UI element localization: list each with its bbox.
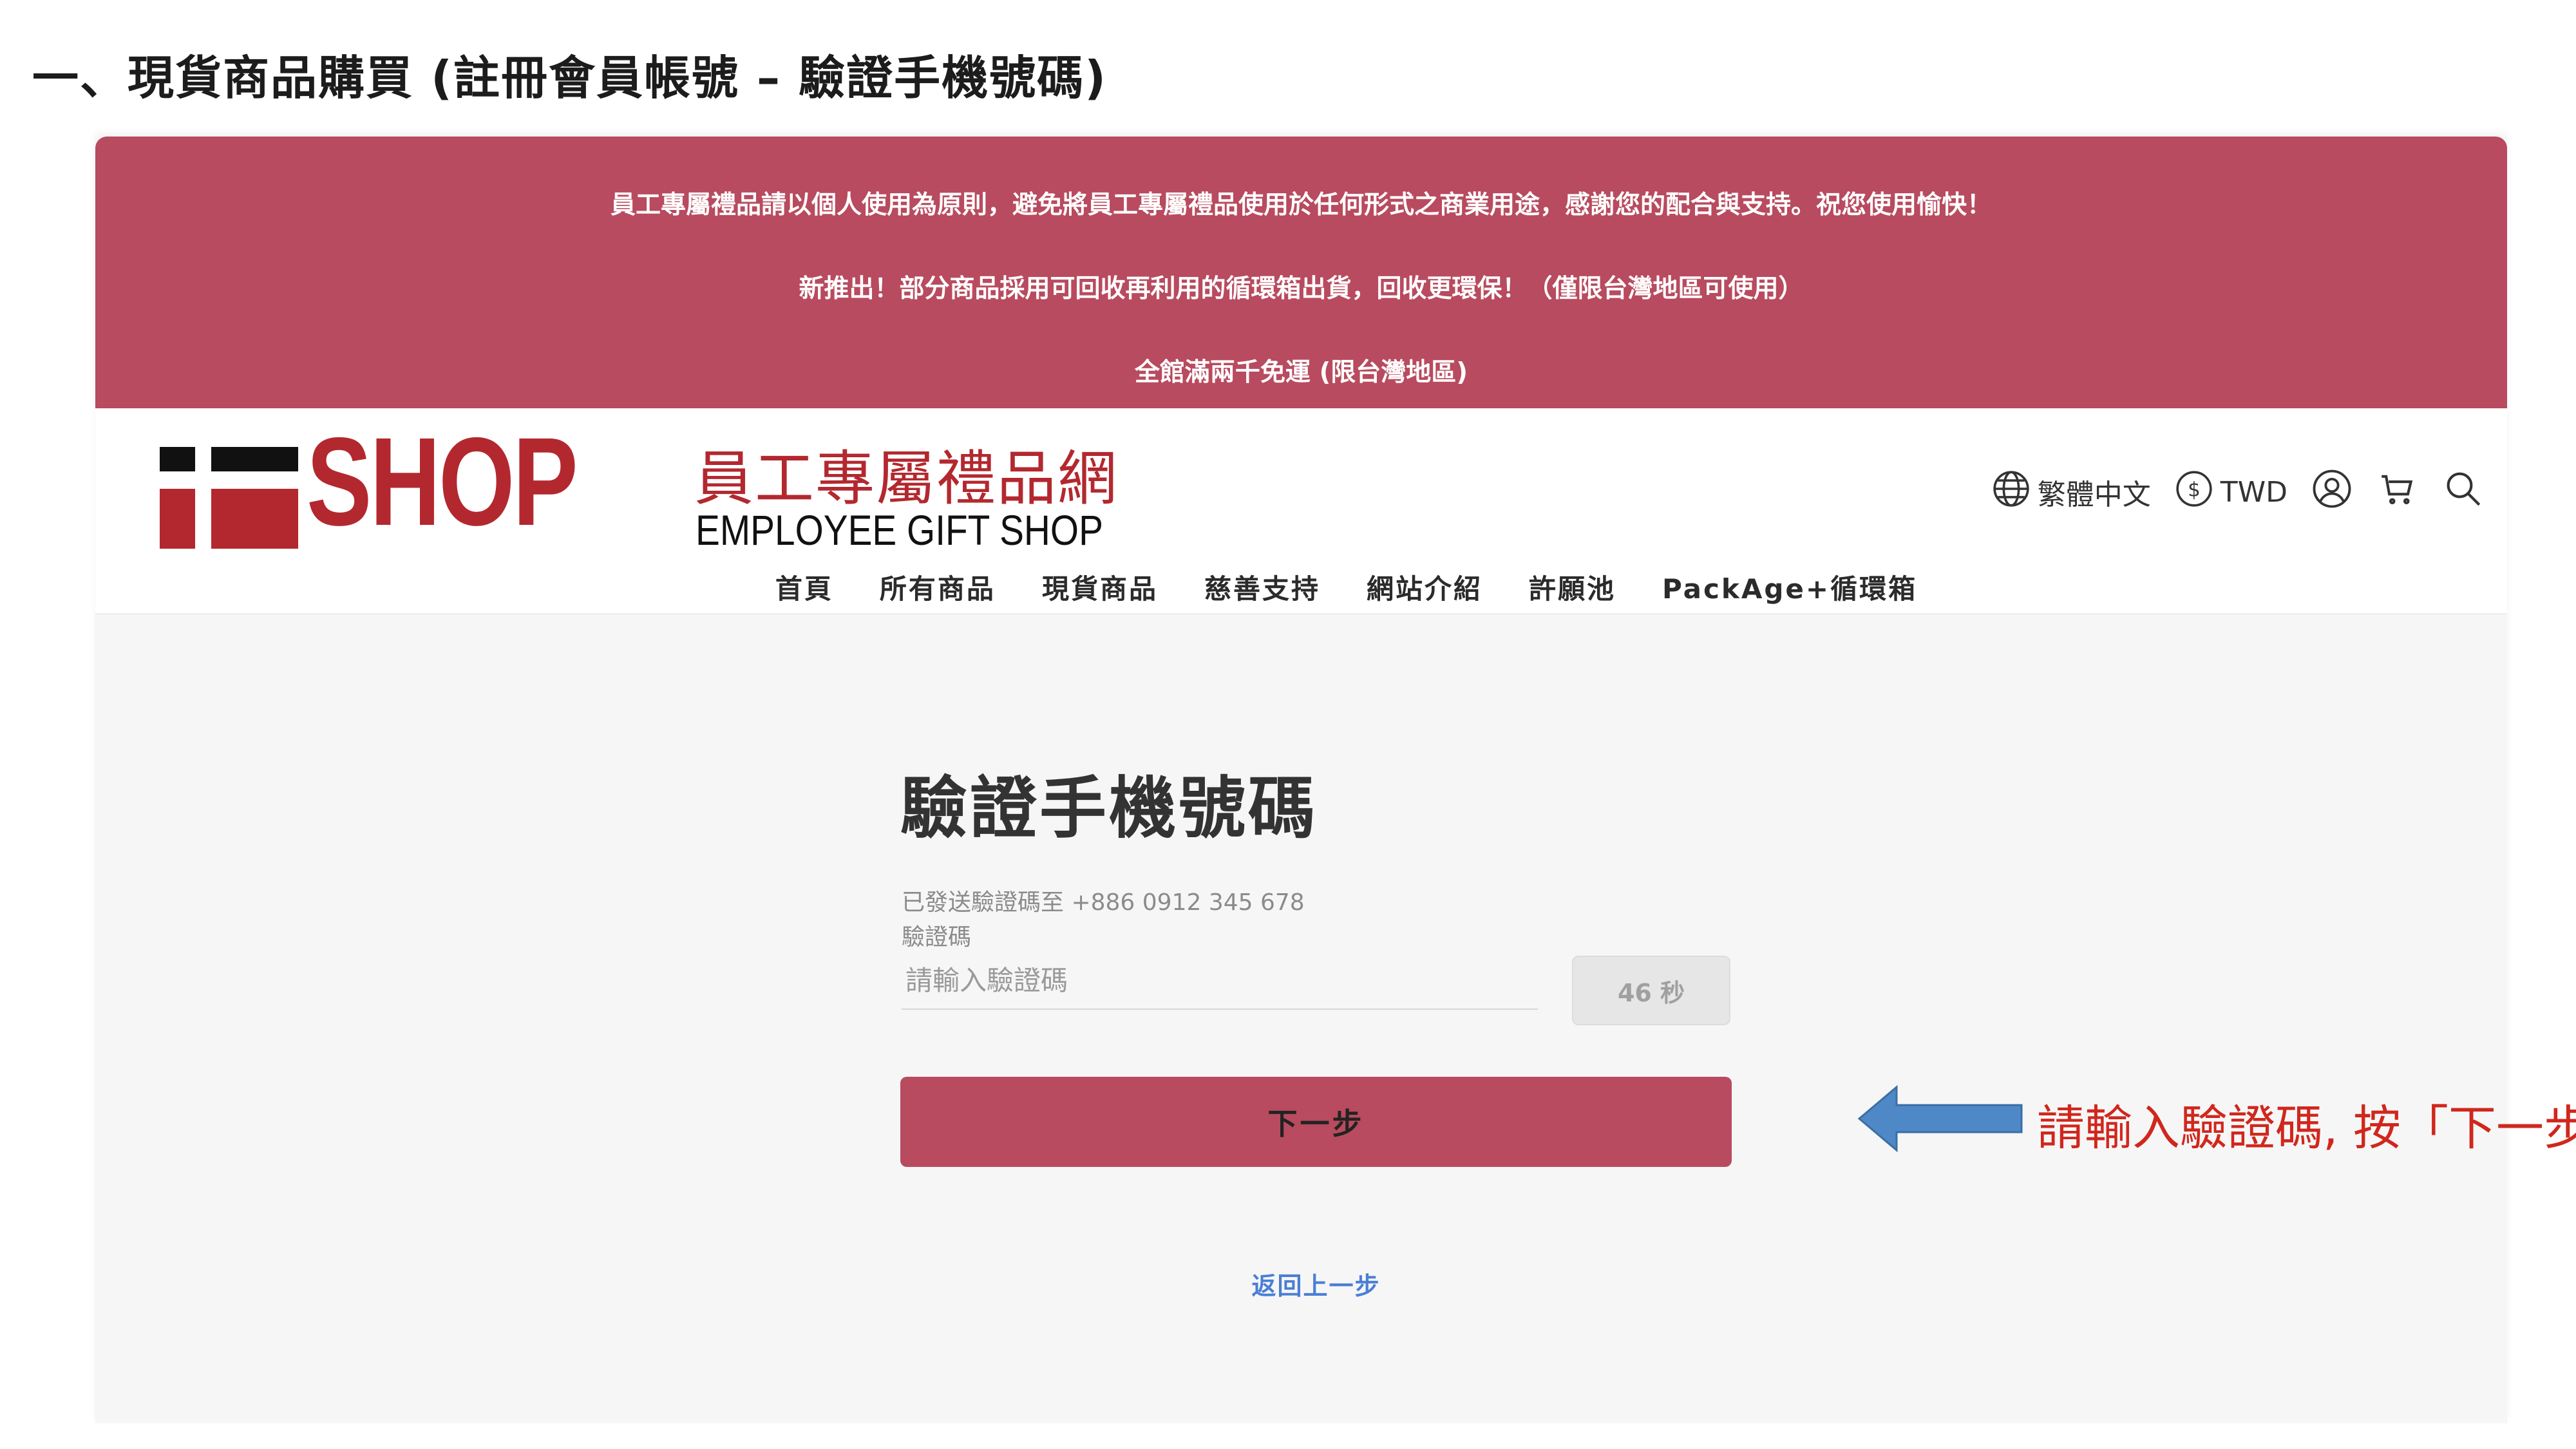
site-logo[interactable]: SHOP 員工專屬禮品網 EMPLOYEE GIFT SHOP: [160, 419, 1126, 554]
screenshot-frame: 員工專屬禮品請以個人使用為原則，避免將員工專屬禮品使用於任何形式之商業用途，感謝…: [95, 137, 2576, 1423]
code-sent-text: 已發送驗證碼至 +886 0912 345 678: [902, 889, 1305, 916]
logo-i-top: [160, 447, 195, 471]
nav-item-all-products[interactable]: 所有商品: [880, 567, 996, 607]
nav-item-wishlist[interactable]: 許願池: [1529, 567, 1616, 607]
announcement-line-2: 新推出！部分商品採用可回收再利用的循環箱出貨，回收更環保！（僅限台灣地區可使用）: [799, 274, 1804, 303]
announcement-line-3: 全館滿兩千免運 (限台灣地區): [1134, 358, 1468, 387]
currency-selector[interactable]: $ TWD: [2174, 469, 2287, 516]
globe-icon: [1991, 469, 2031, 516]
page-title: 驗證手機號碼: [900, 769, 1318, 848]
next-step-button[interactable]: 下一步: [900, 1077, 1732, 1167]
search-button[interactable]: [2442, 468, 2485, 517]
nav-item-about[interactable]: 網站介紹: [1367, 567, 1482, 607]
cart-icon: [2376, 468, 2419, 517]
logo-block: [211, 489, 298, 549]
account-button[interactable]: [2311, 468, 2353, 517]
logo-chinese-text: 員工專屬禮品網: [694, 444, 1119, 513]
dollar-circle-icon: $: [2174, 469, 2214, 516]
language-label: 繁體中文: [2037, 478, 2151, 511]
nav-item-charity[interactable]: 慈善支持: [1204, 567, 1320, 607]
logo-i-stem: [160, 489, 195, 549]
search-icon: [2442, 468, 2485, 517]
header-utilities: 繁體中文 $ TWD: [1991, 463, 2485, 521]
logo-bar-top: [211, 447, 298, 471]
announcement-bar: 員工專屬禮品請以個人使用為原則，避免將員工專屬禮品使用於任何形式之商業用途，感謝…: [95, 137, 2507, 408]
currency-label: TWD: [2220, 475, 2287, 509]
nav-item-home[interactable]: 首頁: [775, 567, 833, 607]
resend-countdown-button[interactable]: 46 秒: [1572, 956, 1730, 1025]
site-header: SHOP 員工專屬禮品網 EMPLOYEE GIFT SHOP 繁體中文 $ T…: [95, 408, 2507, 614]
verification-code-input[interactable]: [902, 952, 1538, 1010]
logo-english-text: EMPLOYEE GIFT SHOP: [696, 506, 1103, 554]
user-icon: [2311, 468, 2353, 517]
language-selector[interactable]: 繁體中文: [1991, 469, 2151, 516]
nav-item-package-box[interactable]: PackAge+循環箱: [1662, 567, 1917, 607]
back-link[interactable]: 返回上一步: [900, 1266, 1732, 1302]
main-nav: 首頁 所有商品 現貨商品 慈善支持 網站介紹 許願池 PackAge+循環箱: [95, 567, 2507, 607]
svg-text:$: $: [2188, 478, 2201, 501]
code-field-label: 驗證碼: [902, 924, 972, 951]
annotation-arrow-icon: [1857, 1084, 2023, 1153]
annotation-callout: 請輸入驗證碼, 按「下一步」: [2037, 1101, 2576, 1156]
announcement-line-1: 員工專屬禮品請以個人使用為原則，避免將員工專屬禮品使用於任何形式之商業用途，感謝…: [610, 191, 1992, 220]
cart-button[interactable]: [2376, 468, 2419, 517]
nav-item-in-stock[interactable]: 現貨商品: [1042, 567, 1158, 607]
document-heading: 一、現貨商品購買 (註冊會員帳號 – 驗證手機號碼): [32, 51, 1108, 105]
logo-shop-text: SHOP: [307, 412, 578, 552]
